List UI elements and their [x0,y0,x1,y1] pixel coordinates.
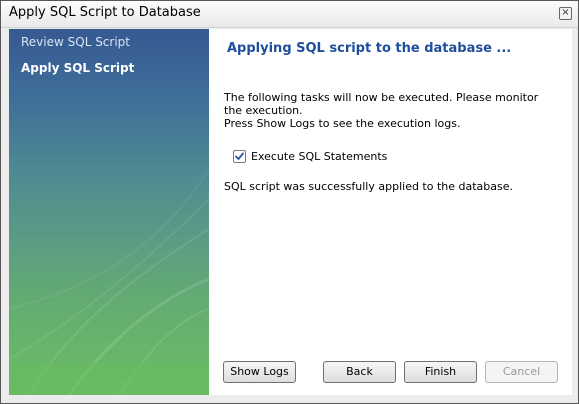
close-icon[interactable]: × [559,7,572,20]
instructions: The following tasks will now be executed… [224,91,554,130]
checkbox-checked-icon [233,149,246,163]
instructions-line-1: The following tasks will now be executed… [224,91,539,117]
instructions-line-2: Press Show Logs to see the execution log… [224,117,461,130]
wizard-content: Applying SQL script to the database ... … [209,29,572,395]
wizard-sidebar: Review SQL Script Apply SQL Script [9,29,209,395]
task-execute-sql-statements: Execute SQL Statements [233,148,387,164]
page-title: Applying SQL script to the database ... [227,41,512,56]
cancel-button[interactable]: Cancel [485,361,558,383]
window-title: Apply SQL Script to Database [9,5,201,20]
title-bar[interactable]: Apply SQL Script to Database × [1,1,578,28]
task-label: Execute SQL Statements [251,149,388,163]
sidebar-item-apply-sql-script: Apply SQL Script [21,61,135,75]
sidebar-item-review-sql-script: Review SQL Script [21,35,130,49]
dialog-window: Apply SQL Script to Database × Review SQ… [0,0,579,404]
status-message: SQL script was successfully applied to t… [224,180,514,193]
finish-button[interactable]: Finish [404,361,477,383]
sidebar-background-art [9,168,209,395]
show-logs-button[interactable]: Show Logs [223,361,296,383]
back-button[interactable]: Back [323,361,396,383]
